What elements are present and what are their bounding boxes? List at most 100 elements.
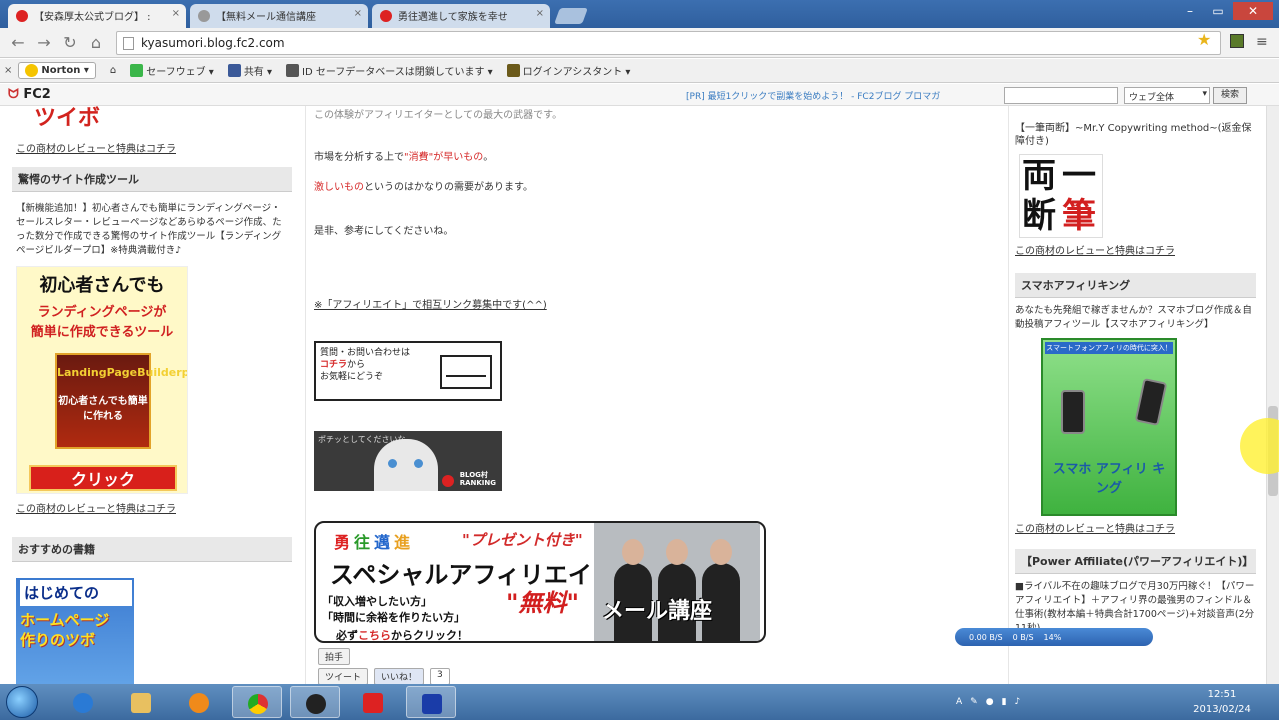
system-clock[interactable]: 12:51 2013/02/24 [1192,687,1252,717]
taskbar-chrome[interactable] [232,686,282,718]
blog-ranking-banner[interactable]: ポチッとしてくださいな BLOG村 RANKING [314,431,502,491]
ime-icon[interactable]: A [956,697,962,707]
article-text: 是非、参考にしてくださいね。 [314,226,454,237]
close-tab-icon[interactable]: × [172,8,180,19]
like-button[interactable]: いいね！ [374,668,425,684]
present-label: "プレゼント付き" [462,531,583,549]
fc2-favicon-icon [380,10,392,22]
fc2-favicon-icon [16,10,28,22]
window-controls: – ▭ ✕ [1177,2,1273,20]
mail-course-label: メール講座 [602,599,713,624]
taskbar-app2[interactable] [348,686,398,718]
login-assist-button[interactable]: ログインアシスタント ▾ [506,63,630,78]
idsafe-button[interactable]: ID セーフデータベースは閉鎖しています ▾ [286,63,493,78]
taskbar-media[interactable] [174,686,224,718]
share-button[interactable]: 共有 ▾ [227,63,272,78]
start-button[interactable] [6,686,38,718]
address-bar[interactable]: kyasumori.blog.fc2.com [116,31,1221,55]
product-title[interactable]: 【一筆両断】~Mr.Y Copywriting method~(返金保障付き) [1015,122,1256,148]
tray-icon[interactable]: ● [986,697,994,707]
banner-header: スマートフォンアフィリの時代に突入！ [1045,342,1173,354]
special-affiliate-banner[interactable]: 勇往邁進 "プレゼント付き" スペシャルアフィリエイト 「収入増やしたい方」 「… [314,521,766,643]
upload-speed: 0 B/S [1012,632,1034,642]
section-description: あなたも先発組で稼ぎませんか？スマホブログ作成＆自動投稿アフィツール【スマホアフ… [1015,305,1252,330]
bookmark-star-icon[interactable]: ★ [1197,30,1211,49]
section-heading: スマホアフィリキング [1015,273,1256,298]
contact-banner[interactable]: 質問・お問い合わせは コチラから お気軽にどうぞ [314,341,502,401]
tray-icon[interactable]: ✎ [970,697,978,707]
taskbar-ie[interactable] [58,686,108,718]
review-link[interactable]: この商材のレビューと特典はコチラ [1015,242,1256,257]
network-monitor-widget[interactable]: 0.00 B/S 0 B/S 14% [955,628,1153,646]
homepage-book-banner[interactable]: はじめての ホームページ 作りのツボ [16,578,134,684]
tsuibo-banner[interactable]: ツイボ [34,106,292,132]
close-tab-icon[interactable]: × [354,8,362,19]
close-window-button[interactable]: ✕ [1233,2,1273,20]
network-icon[interactable]: ▮ [1002,697,1007,707]
fc2-logo[interactable]: ᗢ FC2 [8,87,51,102]
page-scrollbar[interactable] [1266,106,1279,684]
safeweb-button[interactable]: セーフウェブ ▾ [130,63,214,78]
fc2-header-bar: ᗢ FC2 [PR] 最短1クリックで副業を始めよう！ - FC2ブログ プロマ… [0,84,1279,106]
review-link[interactable]: この商材のレビューと特典はコチラ [1015,520,1256,535]
taskbar-app[interactable] [290,686,340,718]
sumaho-affiliate-banner[interactable]: スマートフォンアフィリの時代に突入！ スマホ アフィリ キング [1041,338,1177,516]
ranking-label: BLOG村 RANKING [459,471,496,487]
taskbar-explorer[interactable] [116,686,166,718]
page-icon [123,37,134,50]
fc2-search-input[interactable] [1004,87,1118,104]
click-button[interactable]: クリック [29,465,177,491]
volume-icon[interactable]: ♪ [1015,697,1021,707]
ippitsu-ryodan-banner[interactable]: 両 一 断 筆 [1019,154,1103,238]
link-exchange-link[interactable]: ※「アフィリエイト」で相互リンク募集中です(^^) [314,296,547,311]
new-tab-button[interactable] [554,8,588,24]
reload-icon[interactable]: ↻ [60,33,80,53]
banner-text: 必ずこちらからクリック！ [336,629,468,642]
extension-icon[interactable] [1230,34,1244,48]
left-sidebar: ツイボ この商材のレビューと特典はコチラ 驚愕のサイト作成ツール 【新機能追加！… [12,106,292,684]
tweet-button[interactable]: ツイート [318,668,369,684]
norton-button[interactable]: Norton ▾ [18,62,96,79]
section-description: 【新機能追加！】初心者さんでも簡単にランディングページ・セールスレター・レビュー… [16,203,282,256]
fc2-ad-link[interactable]: [PR] 最短1クリックで副業を始めよう！ - FC2ブログ プロマガ [686,89,940,102]
minimize-button[interactable]: – [1177,2,1203,20]
tab-title: 勇往邁進して家族を幸せ [398,12,508,23]
tab-mail-course[interactable]: 【無料メール通信講座 × [190,4,368,28]
book-title: はじめての [20,580,132,606]
home-button[interactable]: ⌂ [110,65,116,76]
clap-button[interactable]: 拍手 [318,648,351,665]
maximize-button[interactable]: ▭ [1205,2,1231,20]
tab-title: 【無料メール通信講座 [216,12,316,23]
main-article: この体験がアフィリエイターとしての最大の武器です。 市場を分析する上で"消費"が… [305,106,1005,684]
close-tab-icon[interactable]: × [536,8,544,19]
tab-family[interactable]: 勇往邁進して家族を幸せ × [372,4,550,28]
close-toolbar-icon[interactable]: × [4,65,12,76]
safeweb-label: セーフウェブ ▾ [146,67,214,78]
tab-title: 【安森厚太公式ブログ】 : [34,12,151,23]
windows-taskbar: A ✎ ● ▮ ♪ 12:51 2013/02/24 [0,684,1279,720]
taskbar-app3[interactable] [406,686,456,718]
app-icon [306,694,326,714]
review-link[interactable]: この商材のレビューと特典はコチラ [16,140,292,155]
search-scope-select[interactable]: ウェブ全体 [1124,87,1210,104]
review-link[interactable]: この商材のレビューと特典はコチラ [16,500,292,515]
cat-image [374,439,438,491]
section-heading: おすすめの書籍 [12,537,292,562]
media-player-icon [189,693,209,713]
article-text: この体験がアフィリエイターとしての最大の武器です。 [314,110,563,121]
menu-icon[interactable]: ≡ [1256,34,1268,50]
login-assist-icon [506,64,520,77]
banner-title: スマホ アフィリ キング [1052,462,1166,496]
url-text: kyasumori.blog.fc2.com [141,36,285,50]
browser-toolbar: ← → ↻ ⌂ kyasumori.blog.fc2.com [0,28,1279,58]
download-speed: 0.00 B/S [969,632,1003,642]
forward-arrow-icon[interactable]: → [34,33,54,53]
tab-blog[interactable]: 【安森厚太公式ブログ】 : × [8,4,186,28]
home-icon[interactable]: ⌂ [86,33,106,53]
back-arrow-icon[interactable]: ← [8,33,28,53]
search-button[interactable]: 検索 [1213,87,1247,104]
book-title: ホームページ 作りのツボ [20,611,110,649]
clock-date: 2013/02/24 [1193,704,1251,715]
landing-page-builder-banner[interactable]: 初心者さんでも ランディングページが 簡単に作成できるツール LandingPag… [16,266,188,494]
banner-text: 「収入増やしたい方」 [322,595,432,608]
